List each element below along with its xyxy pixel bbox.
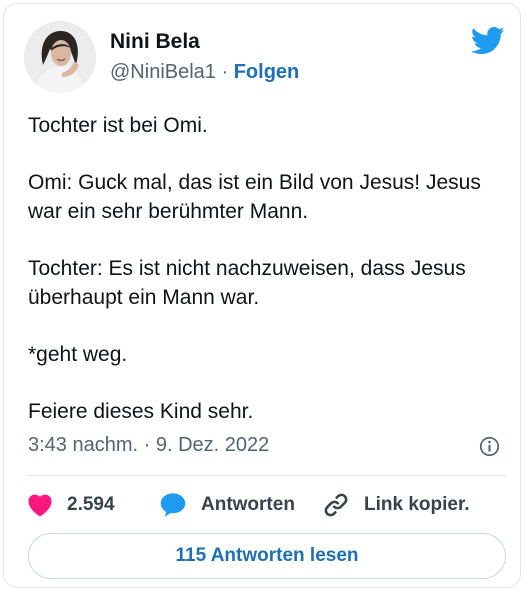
timestamp-separator: · — [143, 434, 151, 456]
tweet-paragraph: Tochter: Es ist nicht nachzuweisen, dass… — [28, 257, 466, 309]
read-replies-button[interactable]: 115 Antworten lesen — [28, 533, 506, 579]
avatar-photo — [24, 21, 96, 93]
tweet-text: Tochter ist bei Omi. Omi: Guck mal, das … — [28, 111, 498, 426]
tweet-paragraph: Omi: Guck mal, das ist ein Bild von Jesu… — [28, 171, 481, 223]
like-count: 2.594 — [67, 494, 115, 515]
author-handle[interactable]: @NiniBela1 — [110, 61, 216, 83]
copy-link-button[interactable]: Link kopier. — [322, 488, 470, 522]
info-icon[interactable] — [479, 436, 500, 457]
author-handle-row: @NiniBela1 · Folgen — [110, 61, 299, 84]
tweet-paragraph: Tochter ist bei Omi. — [28, 114, 208, 137]
tweet-timestamp[interactable]: 3:43 nachm. · 9. Dez. 2022 — [28, 434, 269, 457]
copy-link-label: Link kopier. — [364, 494, 470, 515]
handle-separator: · — [221, 61, 229, 83]
like-button[interactable]: 2.594 — [27, 488, 115, 522]
tweet-paragraph: Feiere dieses Kind sehr. — [28, 400, 254, 423]
reply-button[interactable]: Antworten — [159, 488, 295, 522]
tweet-time: 3:43 nachm. — [28, 434, 139, 456]
divider — [28, 475, 506, 476]
tweet-paragraph: *geht weg. — [28, 343, 128, 366]
read-replies-label: 115 Antworten lesen — [175, 545, 359, 566]
heart-icon — [28, 494, 52, 517]
avatar[interactable] — [24, 21, 96, 93]
reply-label: Antworten — [201, 494, 295, 515]
tweet-card: Nini Bela @NiniBela1 · Folgen Tochter is… — [3, 3, 521, 588]
twitter-bird-icon[interactable] — [471, 26, 505, 56]
speech-bubble-icon — [160, 493, 186, 517]
author-name[interactable]: Nini Bela — [110, 30, 200, 54]
link-icon — [324, 493, 348, 517]
tweet-date: 9. Dez. 2022 — [155, 434, 270, 456]
follow-button[interactable]: Folgen — [234, 61, 300, 83]
